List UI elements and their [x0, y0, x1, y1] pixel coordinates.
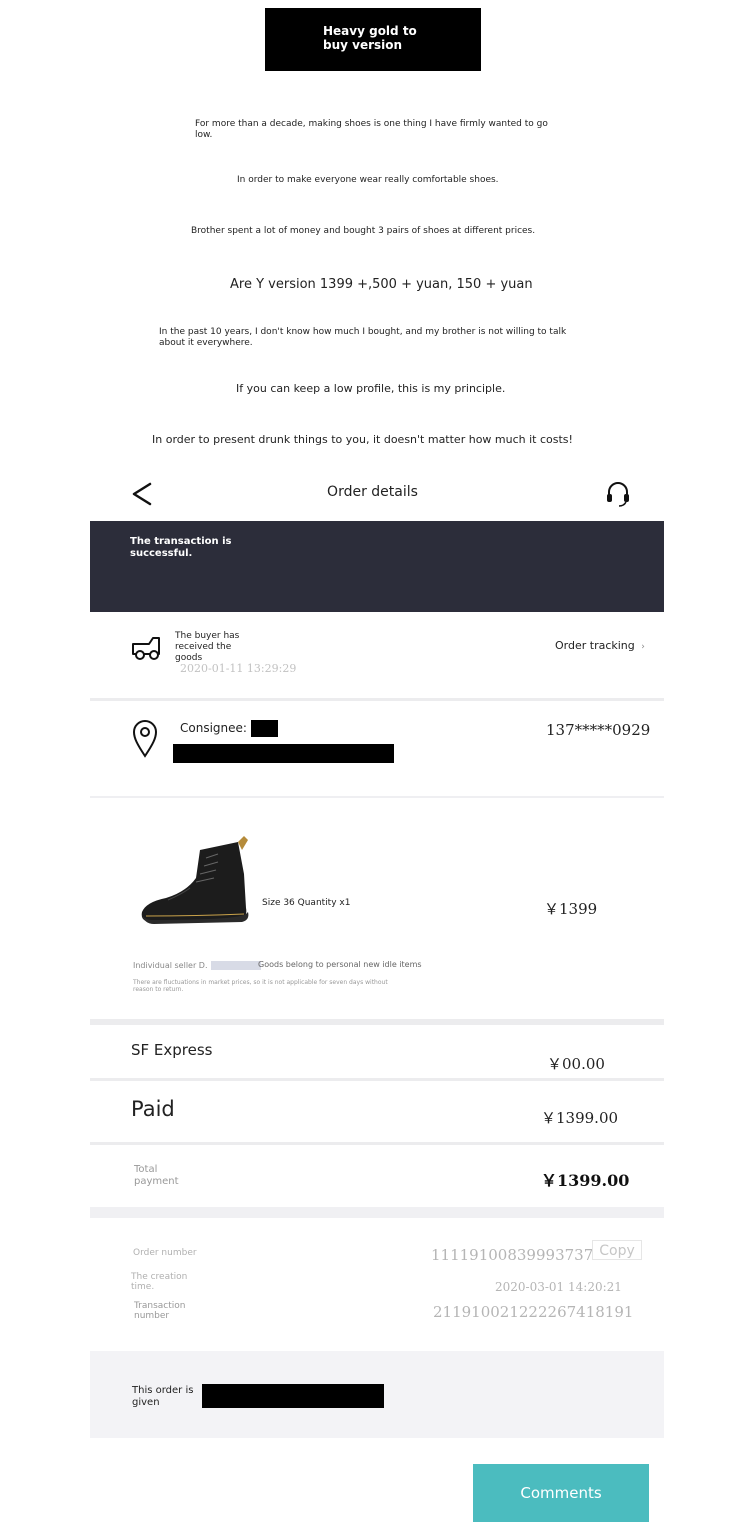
product-image[interactable]: [138, 834, 252, 930]
seller-label: Individual seller D.: [133, 961, 208, 970]
promo-banner: Heavy gold to buy version: [265, 8, 481, 71]
chevron-right-icon: ›: [641, 642, 645, 652]
order-tracking-link[interactable]: Order tracking ›: [555, 639, 645, 652]
boot-image: [141, 836, 249, 924]
section-divider: [90, 1207, 664, 1218]
total-payment-amount: ￥1399.00: [541, 1171, 630, 1190]
consignee-phone: 137*****0929: [546, 721, 651, 739]
consignee-label: Consignee:: [180, 721, 247, 735]
gift-info-text: This order is given: [132, 1385, 194, 1408]
transaction-number: 211910021222267418191: [433, 1303, 634, 1321]
story-line-2: In order to make everyone wear really co…: [237, 175, 499, 185]
section-divider: [90, 1019, 664, 1025]
creation-time: 2020-03-01 14:20:21: [495, 1280, 622, 1294]
product-price: ￥1399: [544, 900, 598, 918]
story-line-4: Are Y version 1399 +,500 + yuan, 150 + y…: [230, 277, 533, 292]
shipping-amount: ￥00.00: [547, 1055, 605, 1073]
story-line-1: For more than a decade, making shoes is …: [195, 119, 548, 140]
copy-button[interactable]: Copy: [592, 1240, 642, 1260]
story-line-7: In order to present drunk things to you,…: [152, 433, 573, 446]
creation-time-label: The creation time.: [131, 1272, 188, 1292]
delivery-status: The buyer has received the goods: [175, 631, 240, 663]
section-divider: [90, 698, 664, 701]
redacted-address: [173, 744, 394, 763]
paid-amount: ￥1399.00: [541, 1109, 619, 1127]
truck-icon: [131, 634, 163, 662]
story-line-6: If you can keep a low profile, this is m…: [236, 382, 506, 395]
promo-banner-text: Heavy gold to buy version: [323, 24, 417, 52]
transaction-status: The transaction is successful.: [130, 536, 232, 559]
order-number-label: Order number: [133, 1248, 197, 1258]
order-tracking-label: Order tracking: [555, 639, 635, 652]
section-divider: [90, 1142, 664, 1145]
comments-button[interactable]: Comments: [473, 1464, 649, 1522]
headset-icon: [607, 482, 629, 507]
order-number: 11119100839993737: [431, 1246, 594, 1264]
transaction-number-label: Transaction number: [134, 1301, 186, 1321]
location-pin-icon: [131, 718, 159, 758]
customer-service-button[interactable]: [604, 480, 632, 508]
product-spec: Size 36 Quantity x1: [262, 898, 351, 908]
story-line-3: Brother spent a lot of money and bought …: [191, 226, 536, 236]
page-title: Order details: [327, 484, 418, 500]
story-line-5: In the past 10 years, I don't know how m…: [159, 327, 567, 348]
redacted-gift-recipient: [202, 1384, 384, 1408]
seller-info: Individual seller D.: [133, 961, 262, 970]
redacted-consignee-name: [251, 720, 278, 737]
paid-label: Paid: [131, 1097, 175, 1121]
total-payment-label: Total payment: [134, 1164, 179, 1187]
redacted-seller-id: [211, 961, 262, 970]
section-divider: [90, 796, 664, 798]
goods-note: Goods belong to personal new idle items: [258, 960, 422, 969]
return-disclaimer: There are fluctuations in market prices,…: [133, 979, 388, 993]
section-divider: [90, 1078, 664, 1081]
transaction-status-bar: [90, 521, 664, 612]
shipping-label: SF Express: [131, 1041, 213, 1059]
delivery-time: 2020-01-11 13:29:29: [180, 662, 297, 675]
